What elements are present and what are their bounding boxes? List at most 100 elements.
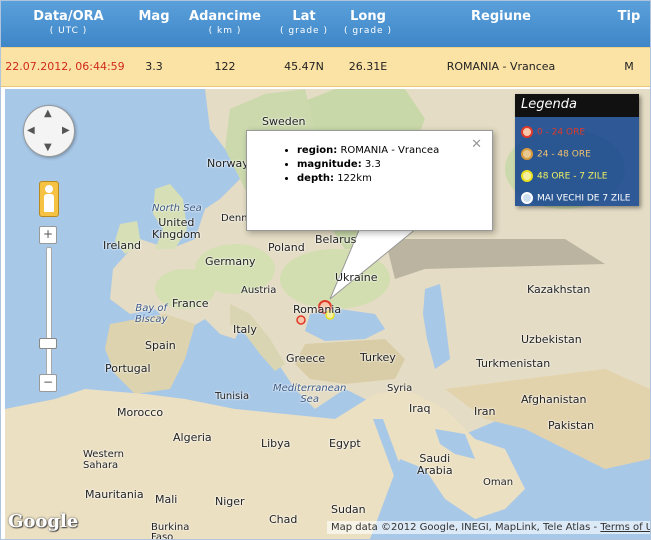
- street-view-pegman-icon[interactable]: [39, 181, 59, 217]
- pan-right-icon[interactable]: ▶: [62, 125, 70, 136]
- map-label-belarus: Belarus: [315, 233, 357, 246]
- legend-item-48-7: 48 ORE - 7 ZILE: [521, 170, 607, 182]
- map-label-chad: Chad: [269, 513, 298, 526]
- col-header-region-label: Regiune: [471, 9, 531, 24]
- map-label-united-kingdom: United Kingdom: [152, 216, 201, 241]
- google-logo[interactable]: Google: [8, 511, 78, 532]
- pan-control[interactable]: ▲ ▼ ◀ ▶: [23, 105, 75, 157]
- map-label-romania: Romania: [293, 303, 342, 316]
- map-label-algeria: Algeria: [173, 431, 212, 444]
- info-magnitude: magnitude: 3.3: [297, 159, 492, 170]
- col-header-date: Data/ORA ( UTC ): [1, 9, 136, 36]
- legend-item-label: 48 ORE - 7 ZILE: [537, 171, 608, 182]
- map-label-western-sahara: Western Sahara: [83, 449, 125, 471]
- map-label-mediterranean-sea: Mediterranean Sea: [273, 383, 347, 405]
- legend-item-label: 0 - 24 ORE: [537, 127, 586, 138]
- map-label-poland: Poland: [268, 241, 305, 254]
- map-label-oman: Oman: [483, 477, 514, 488]
- info-depth-key: depth:: [297, 173, 334, 184]
- col-header-type-label: Tip: [617, 9, 641, 24]
- map-label-iraq: Iraq: [409, 402, 431, 415]
- zoom-out-button[interactable]: −: [39, 374, 57, 392]
- col-header-depth: Adancime ( km ): [185, 9, 265, 36]
- col-header-depth-unit: ( km ): [208, 26, 242, 36]
- col-header-lat-unit: ( grade ): [280, 26, 328, 36]
- pegman-head: [45, 185, 53, 193]
- cell-long: 26.31E: [348, 60, 388, 73]
- page-frame: Data/ORA ( UTC ) Mag Adancime ( km ) Lat…: [0, 0, 651, 540]
- map-label-afghanistan: Afghanistan: [521, 393, 587, 406]
- map-label-greece: Greece: [286, 352, 326, 365]
- zoom-in-button[interactable]: +: [39, 226, 57, 244]
- map-label-morocco: Morocco: [117, 406, 164, 419]
- info-list: region: ROMANIA - Vrancea magnitude: 3.3…: [247, 145, 492, 184]
- cell-region: ROMANIA - Vrancea: [446, 60, 556, 73]
- legend-ring-yellow-icon: [521, 170, 533, 182]
- legend-item-label: MAI VECHI DE 7 ZILE: [537, 193, 631, 204]
- map-label-italy: Italy: [233, 323, 257, 336]
- col-header-mag: Mag: [129, 9, 179, 24]
- map-label-turkey: Turkey: [360, 351, 396, 364]
- zoom-slider-track[interactable]: [46, 247, 52, 379]
- col-header-date-unit: ( UTC ): [49, 26, 88, 36]
- map-label-sudan: Sudan: [331, 503, 366, 516]
- map-label-burkina-faso: Burkina Faso: [151, 522, 190, 540]
- map-label-norway: Norway: [207, 157, 249, 170]
- map-label-france: France: [172, 297, 209, 310]
- pan-up-icon[interactable]: ▲: [44, 108, 52, 119]
- zoom-slider-handle[interactable]: [39, 338, 57, 349]
- legend-title: Legenda: [515, 94, 639, 117]
- map-legend: Legenda 0 - 24 ORE 24 - 48 ORE 48 ORE - …: [515, 94, 639, 206]
- info-depth-value: 122km: [337, 173, 372, 184]
- legend-item-0-24: 0 - 24 ORE: [521, 126, 585, 138]
- info-magnitude-key: magnitude:: [297, 159, 362, 170]
- map-label-syria: Syria: [387, 383, 413, 394]
- terms-of-use-link[interactable]: Terms of Use: [600, 522, 650, 533]
- close-icon[interactable]: ✕: [471, 137, 482, 152]
- map-canvas[interactable]: Sweden Norway North Sea Denma United Kin…: [5, 89, 650, 539]
- info-depth: depth: 122km: [297, 173, 492, 184]
- map-label-sweden: Sweden: [262, 115, 306, 128]
- info-region-value: ROMANIA - Vrancea: [340, 145, 440, 156]
- map-label-portugal: Portugal: [105, 362, 151, 375]
- legend-ring-orange-icon: [521, 148, 533, 160]
- map-label-kazakhstan: Kazakhstan: [527, 283, 591, 296]
- map-label-bay-of-biscay: Bay of Biscay: [135, 303, 168, 325]
- info-magnitude-value: 3.3: [364, 159, 381, 170]
- map-label-uzbekistan: Uzbekistan: [521, 333, 582, 346]
- cell-mag: 3.3: [145, 60, 163, 73]
- map-label-ukraine: Ukraine: [335, 271, 378, 284]
- legend-item-24-48: 24 - 48 ORE: [521, 148, 591, 160]
- pan-left-icon[interactable]: ◀: [27, 125, 35, 136]
- map-label-iran: Iran: [474, 405, 496, 418]
- table-header: Data/ORA ( UTC ) Mag Adancime ( km ) Lat…: [1, 1, 650, 47]
- attribution-text: Map data ©2012 Google, INEGI, MapLink, T…: [331, 522, 598, 533]
- col-header-depth-label: Adancime: [189, 9, 261, 24]
- map-label-ireland: Ireland: [103, 239, 142, 252]
- col-header-long: Long ( grade ): [337, 9, 399, 36]
- cell-date: 22.07.2012, 06:44:59: [5, 60, 125, 73]
- legend-item-label: 24 - 48 ORE: [537, 149, 591, 160]
- pan-down-icon[interactable]: ▼: [44, 142, 52, 153]
- col-header-lat-label: Lat: [292, 9, 316, 24]
- col-header-region: Regiune: [431, 9, 571, 24]
- info-region: region: ROMANIA - Vrancea: [297, 145, 492, 156]
- col-header-date-label: Data/ORA: [33, 9, 104, 24]
- table-row[interactable]: 22.07.2012, 06:44:59 3.3 122 45.47N 26.3…: [1, 47, 650, 87]
- map-label-mauritania: Mauritania: [85, 488, 144, 501]
- pegman-body: [44, 194, 54, 212]
- map-label-tunisia: Tunisia: [215, 391, 250, 402]
- map-label-niger: Niger: [215, 495, 245, 508]
- map-label-libya: Libya: [261, 437, 291, 450]
- legend-ring-red-icon: [521, 126, 533, 138]
- cell-depth: 122: [214, 60, 236, 73]
- map-label-north-sea: North Sea: [152, 203, 202, 214]
- col-header-type: Tip: [609, 9, 649, 24]
- cell-type: M: [624, 60, 634, 73]
- col-header-long-unit: ( grade ): [344, 26, 392, 36]
- map-label-egypt: Egypt: [329, 437, 361, 450]
- marker-info-window: ✕ region: ROMANIA - Vrancea magnitude: 3…: [246, 130, 493, 231]
- map-label-pakistan: Pakistan: [548, 419, 595, 432]
- map-label-mali: Mali: [155, 493, 178, 506]
- col-header-lat: Lat ( grade ): [273, 9, 335, 36]
